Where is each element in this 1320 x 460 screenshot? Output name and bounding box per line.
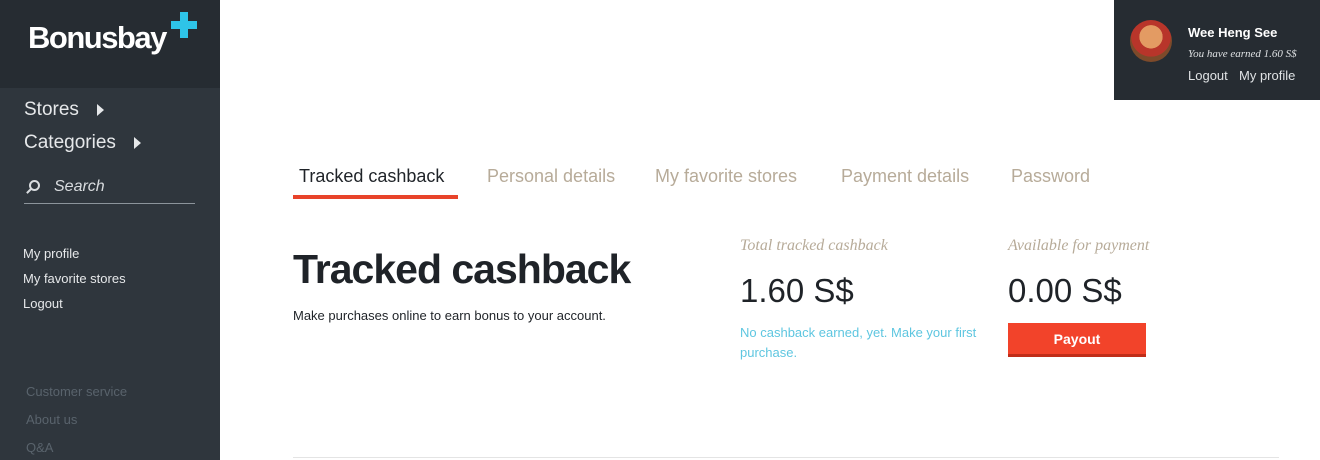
avatar[interactable] [1130,20,1172,62]
tab-favorite-stores[interactable]: My favorite stores [655,166,797,187]
chevron-right-icon [97,104,104,116]
tab-tracked-cashback[interactable]: Tracked cashback [299,166,444,187]
active-tab-indicator [293,195,458,199]
tab-password[interactable]: Password [1011,166,1090,187]
sidebar-link-favorite-stores[interactable]: My favorite stores [23,271,126,286]
user-logout-link[interactable]: Logout [1188,68,1228,83]
brand-logo[interactable]: Bonusbay [28,20,167,56]
footer-link-about-us[interactable]: About us [26,412,77,427]
user-earned: You have earned 1.60 S$ [1188,48,1297,60]
total-cashback-label: Total tracked cashback [740,237,888,254]
nav-stores[interactable]: Stores [24,99,79,121]
tab-personal-details[interactable]: Personal details [487,166,615,187]
divider [293,457,1279,458]
page-description: Make purchases online to earn bonus to y… [293,308,606,323]
available-payment-label: Available for payment [1008,237,1150,254]
sidebar-link-my-profile[interactable]: My profile [23,246,79,261]
tab-payment-details[interactable]: Payment details [841,166,969,187]
footer-link-customer-service[interactable]: Customer service [26,384,127,399]
payout-button[interactable]: Payout [1008,323,1146,357]
sidebar-link-logout[interactable]: Logout [23,296,63,311]
search-placeholder: Search [54,178,105,195]
user-name: Wee Heng See [1188,25,1278,40]
page-title: Tracked cashback [293,246,631,292]
footer-link-qa[interactable]: Q&A [26,440,53,455]
logo-plus-icon [171,12,197,38]
search-field[interactable]: Search [24,172,195,204]
available-payment-value: 0.00 S$ [1008,272,1122,309]
chevron-right-icon [134,137,141,149]
search-icon [26,180,40,194]
no-cashback-note[interactable]: No cashback earned, yet. Make your first… [740,323,980,363]
sidebar: Bonusbay Stores Categories Search My pro… [0,0,220,460]
total-cashback-value: 1.60 S$ [740,272,854,309]
user-panel: Wee Heng See You have earned 1.60 S$ Log… [1114,0,1320,100]
user-profile-link[interactable]: My profile [1239,68,1295,83]
nav-categories[interactable]: Categories [24,132,116,154]
